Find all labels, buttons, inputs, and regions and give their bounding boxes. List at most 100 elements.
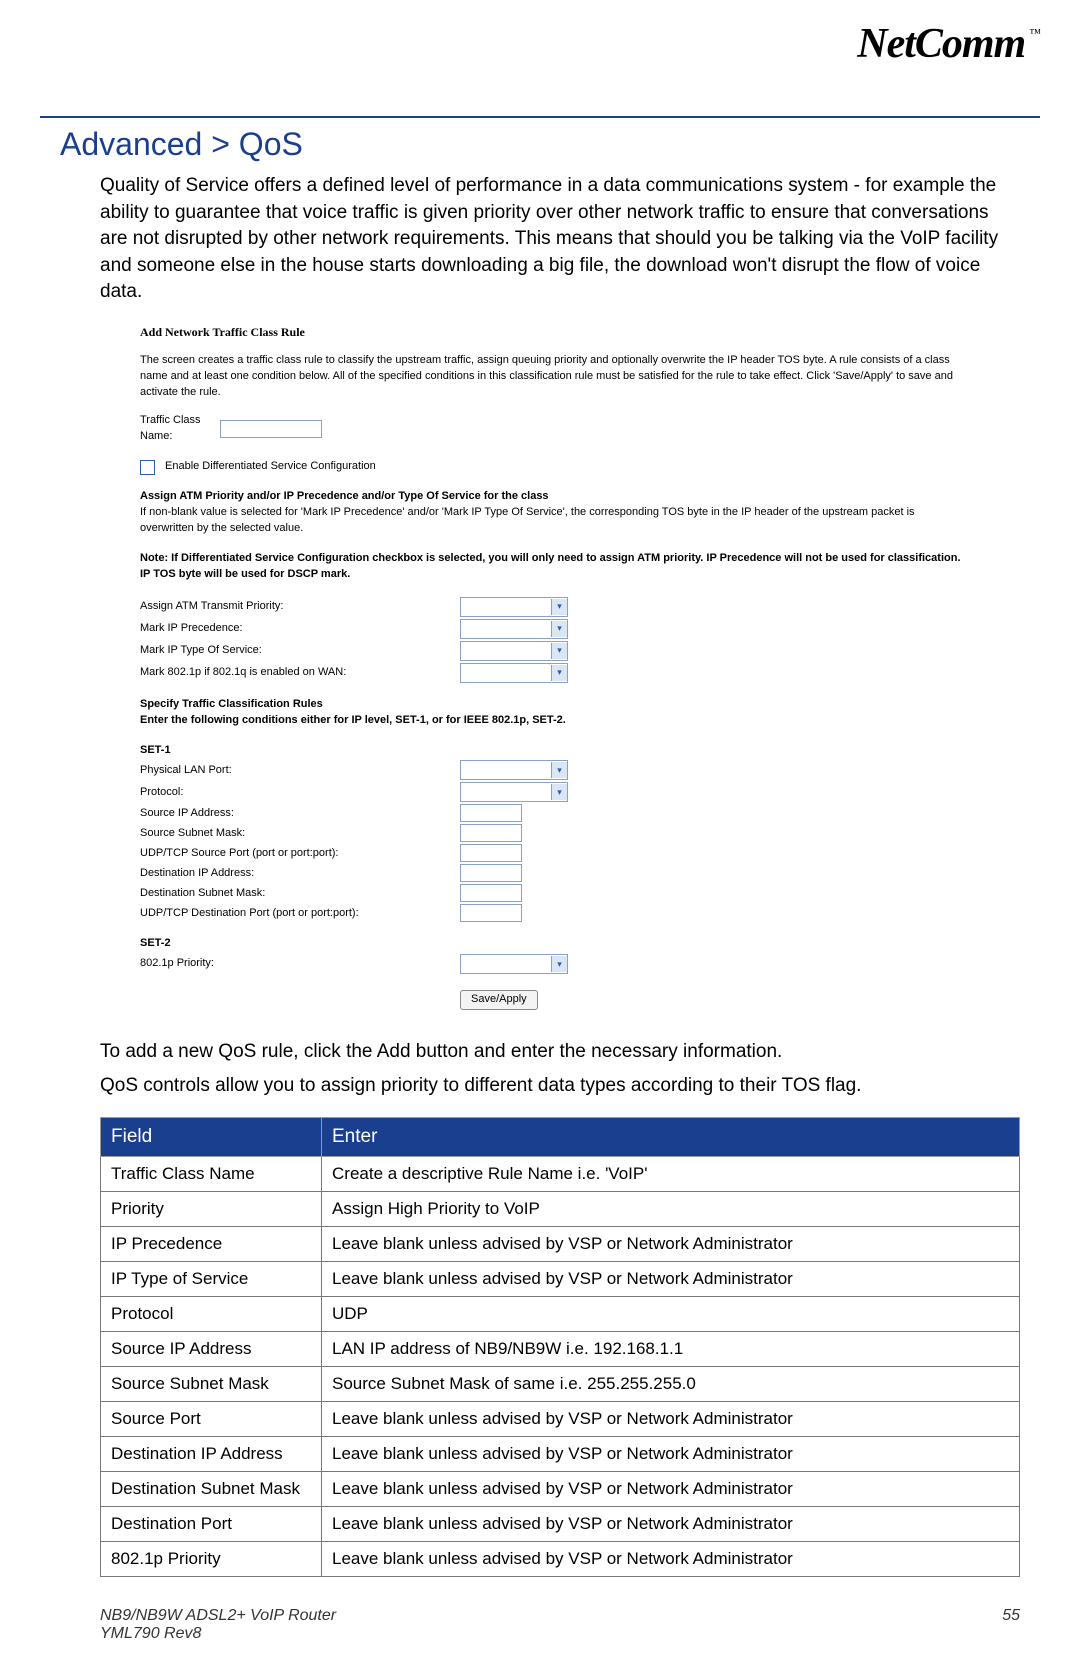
header-divider bbox=[40, 116, 1040, 118]
table-row: Source Subnet MaskSource Subnet Mask of … bbox=[101, 1367, 1020, 1402]
dst-mask-label: Destination Subnet Mask: bbox=[140, 886, 460, 902]
classification-rules-header: Specify Traffic Classification Rules bbox=[140, 697, 970, 713]
table-cell-field: Source Subnet Mask bbox=[101, 1367, 322, 1402]
chevron-down-icon: ▾ bbox=[551, 665, 567, 681]
table-row: Destination Subnet MaskLeave blank unles… bbox=[101, 1472, 1020, 1507]
field-description-table: Field Enter Traffic Class NameCreate a d… bbox=[100, 1117, 1020, 1577]
table-cell-field: Destination Port bbox=[101, 1507, 322, 1542]
udp-src-input[interactable] bbox=[460, 844, 522, 862]
mark-8021p-select[interactable]: ▾ bbox=[460, 663, 568, 683]
dst-ip-label: Destination IP Address: bbox=[140, 866, 460, 882]
table-cell-enter: Assign High Priority to VoIP bbox=[322, 1192, 1020, 1227]
assign-priority-note: If non-blank value is selected for 'Mark… bbox=[140, 505, 970, 537]
form-description: The screen creates a traffic class rule … bbox=[140, 353, 970, 401]
chevron-down-icon: ▾ bbox=[551, 599, 567, 615]
table-cell-enter: Leave blank unless advised by VSP or Net… bbox=[322, 1227, 1020, 1262]
page-footer: NB9/NB9W ADSL2+ VoIP Router YML790 Rev8 … bbox=[100, 1607, 1020, 1643]
instruction-text-2: QoS controls allow you to assign priorit… bbox=[100, 1072, 1020, 1100]
table-row: PriorityAssign High Priority to VoIP bbox=[101, 1192, 1020, 1227]
table-cell-field: Destination Subnet Mask bbox=[101, 1472, 322, 1507]
classification-rules-sub: Enter the following conditions either fo… bbox=[140, 713, 970, 729]
8021p-priority-label: 802.1p Priority: bbox=[140, 956, 460, 972]
chevron-down-icon: ▾ bbox=[551, 762, 567, 778]
table-cell-field: Protocol bbox=[101, 1297, 322, 1332]
save-apply-button[interactable]: Save/Apply bbox=[460, 990, 538, 1010]
udp-src-label: UDP/TCP Source Port (port or port:port): bbox=[140, 846, 460, 862]
table-row: Destination IP AddressLeave blank unless… bbox=[101, 1437, 1020, 1472]
traffic-class-name-label: Traffic Class Name: bbox=[140, 413, 220, 445]
chevron-down-icon: ▾ bbox=[551, 784, 567, 800]
table-cell-enter: Leave blank unless advised by VSP or Net… bbox=[322, 1542, 1020, 1577]
table-cell-field: Source IP Address bbox=[101, 1332, 322, 1367]
table-cell-field: Traffic Class Name bbox=[101, 1157, 322, 1192]
table-cell-enter: Leave blank unless advised by VSP or Net… bbox=[322, 1472, 1020, 1507]
footer-docref: YML790 Rev8 bbox=[100, 1625, 336, 1643]
udp-dst-input[interactable] bbox=[460, 904, 522, 922]
table-cell-field: 802.1p Priority bbox=[101, 1542, 322, 1577]
mark-8021p-label: Mark 802.1p if 802.1q is enabled on WAN: bbox=[140, 665, 460, 681]
mark-ip-precedence-select[interactable]: ▾ bbox=[460, 619, 568, 639]
chevron-down-icon: ▾ bbox=[551, 621, 567, 637]
lan-port-select[interactable]: ▾ bbox=[460, 760, 568, 780]
traffic-class-name-input[interactable] bbox=[220, 420, 322, 438]
table-row: Destination PortLeave blank unless advis… bbox=[101, 1507, 1020, 1542]
lan-port-label: Physical LAN Port: bbox=[140, 763, 460, 779]
atm-priority-label: Assign ATM Transmit Priority: bbox=[140, 599, 460, 615]
table-cell-field: IP Precedence bbox=[101, 1227, 322, 1262]
table-row: IP Type of ServiceLeave blank unless adv… bbox=[101, 1262, 1020, 1297]
dst-mask-input[interactable] bbox=[460, 884, 522, 902]
src-ip-input[interactable] bbox=[460, 804, 522, 822]
intro-paragraph: Quality of Service offers a defined leve… bbox=[100, 173, 1020, 306]
page-title: Advanced > QoS bbox=[60, 126, 1040, 163]
mark-ip-tos-select[interactable]: ▾ bbox=[460, 641, 568, 661]
table-cell-enter: Create a descriptive Rule Name i.e. 'VoI… bbox=[322, 1157, 1020, 1192]
footer-product: NB9/NB9W ADSL2+ VoIP Router bbox=[100, 1607, 336, 1625]
qos-form-screenshot: Add Network Traffic Class Rule The scree… bbox=[140, 324, 970, 1010]
brand-logo: NetComm ™ bbox=[857, 20, 1040, 68]
assign-priority-header: Assign ATM Priority and/or IP Precedence… bbox=[140, 489, 970, 505]
src-mask-input[interactable] bbox=[460, 824, 522, 842]
table-cell-enter: Source Subnet Mask of same i.e. 255.255.… bbox=[322, 1367, 1020, 1402]
page-number: 55 bbox=[1002, 1607, 1020, 1643]
table-cell-field: IP Type of Service bbox=[101, 1262, 322, 1297]
table-header-field: Field bbox=[101, 1118, 322, 1157]
form-title: Add Network Traffic Class Rule bbox=[140, 324, 970, 341]
atm-priority-select[interactable]: ▾ bbox=[460, 597, 568, 617]
table-row: Traffic Class NameCreate a descriptive R… bbox=[101, 1157, 1020, 1192]
header-logo-row: NetComm ™ bbox=[40, 20, 1040, 76]
src-mask-label: Source Subnet Mask: bbox=[140, 826, 460, 842]
chevron-down-icon: ▾ bbox=[551, 956, 567, 972]
enable-dsc-checkbox[interactable] bbox=[140, 460, 155, 475]
table-row: IP PrecedenceLeave blank unless advised … bbox=[101, 1227, 1020, 1262]
enable-dsc-label: Enable Differentiated Service Configurat… bbox=[165, 459, 376, 475]
src-ip-label: Source IP Address: bbox=[140, 806, 460, 822]
brand-text: NetComm bbox=[857, 20, 1025, 68]
table-row: Source PortLeave blank unless advised by… bbox=[101, 1402, 1020, 1437]
table-cell-enter: Leave blank unless advised by VSP or Net… bbox=[322, 1262, 1020, 1297]
table-cell-enter: Leave blank unless advised by VSP or Net… bbox=[322, 1437, 1020, 1472]
trademark-symbol: ™ bbox=[1029, 26, 1040, 41]
table-cell-field: Destination IP Address bbox=[101, 1437, 322, 1472]
instruction-text-1: To add a new QoS rule, click the Add but… bbox=[100, 1038, 1020, 1066]
mark-ip-tos-label: Mark IP Type Of Service: bbox=[140, 643, 460, 659]
mark-ip-precedence-label: Mark IP Precedence: bbox=[140, 621, 460, 637]
table-row: 802.1p PriorityLeave blank unless advise… bbox=[101, 1542, 1020, 1577]
protocol-select[interactable]: ▾ bbox=[460, 782, 568, 802]
table-cell-field: Source Port bbox=[101, 1402, 322, 1437]
dst-ip-input[interactable] bbox=[460, 864, 522, 882]
table-cell-enter: LAN IP address of NB9/NB9W i.e. 192.168.… bbox=[322, 1332, 1020, 1367]
udp-dst-label: UDP/TCP Destination Port (port or port:p… bbox=[140, 906, 460, 922]
table-header-enter: Enter bbox=[322, 1118, 1020, 1157]
differentiated-service-note: Note: If Differentiated Service Configur… bbox=[140, 551, 970, 583]
8021p-priority-select[interactable]: ▾ bbox=[460, 954, 568, 974]
chevron-down-icon: ▾ bbox=[551, 643, 567, 659]
table-row: ProtocolUDP bbox=[101, 1297, 1020, 1332]
set-2-header: SET-2 bbox=[140, 936, 970, 952]
table-cell-enter: UDP bbox=[322, 1297, 1020, 1332]
set-1-header: SET-1 bbox=[140, 743, 970, 759]
table-cell-enter: Leave blank unless advised by VSP or Net… bbox=[322, 1402, 1020, 1437]
table-cell-enter: Leave blank unless advised by VSP or Net… bbox=[322, 1507, 1020, 1542]
table-cell-field: Priority bbox=[101, 1192, 322, 1227]
protocol-label: Protocol: bbox=[140, 785, 460, 801]
table-row: Source IP AddressLAN IP address of NB9/N… bbox=[101, 1332, 1020, 1367]
